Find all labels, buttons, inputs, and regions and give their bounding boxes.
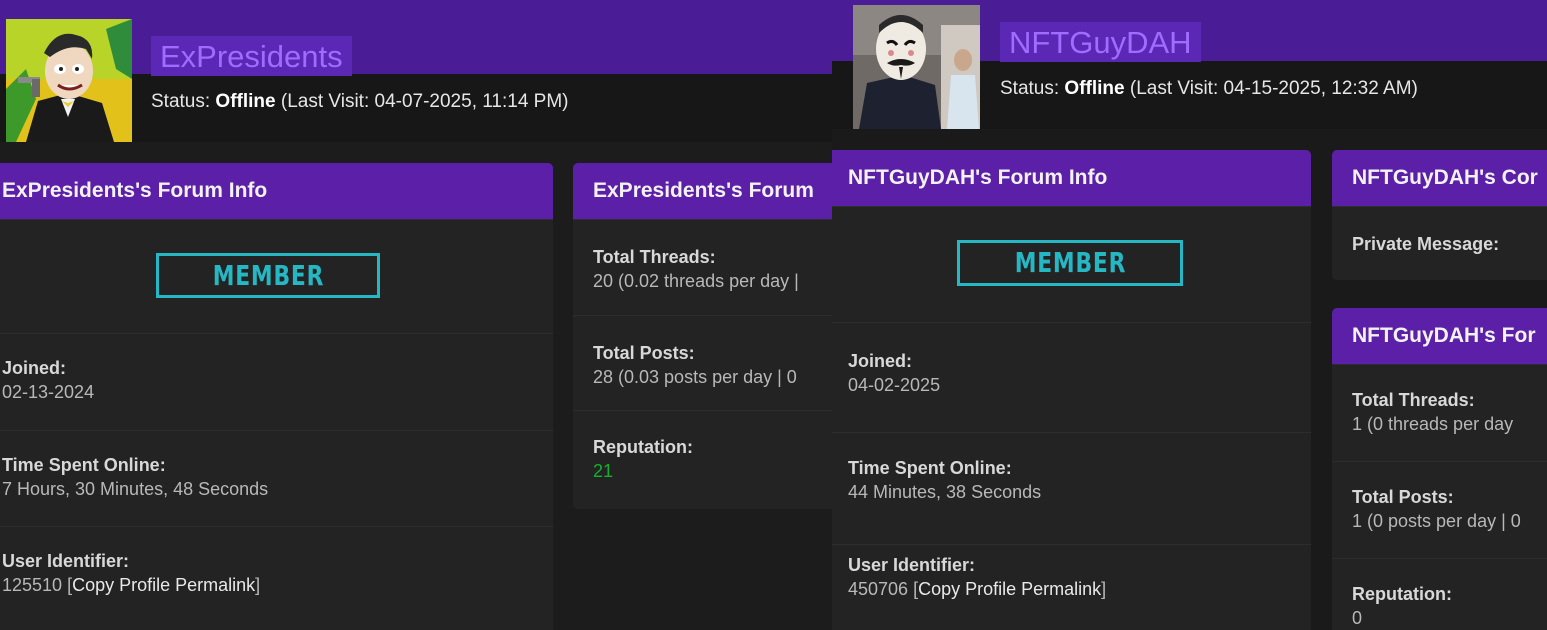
- total-posts-value: 1 (0 posts per day | 0: [1352, 511, 1521, 531]
- member-rank-badge: MEMBER: [156, 253, 380, 298]
- last-visit: (Last Visit: 04-07-2025, 11:14 PM): [275, 91, 569, 112]
- total-threads-row: Total Threads: 20 (0.02 threads per day …: [573, 219, 832, 315]
- copy-permalink-link[interactable]: Copy Profile Permalink: [72, 575, 255, 595]
- profile-panel-expresidents: ExPresidents Status: Offline (Last Visit…: [0, 0, 832, 630]
- reputation-value[interactable]: 0: [1352, 606, 1547, 630]
- member-rank-badge: MEMBER: [957, 240, 1183, 286]
- reputation-label: Reputation:: [593, 437, 693, 457]
- card-title: NFTGuyDAH's Forum Info: [832, 150, 1311, 206]
- avatar-image: [6, 19, 132, 142]
- joined-row: Joined: 04-02-2025: [832, 322, 1311, 432]
- total-posts-label: Total Posts:: [1352, 487, 1454, 507]
- forum-stats-card: ExPresidents's Forum Total Threads: 20 (…: [573, 163, 832, 509]
- rank-row: MEMBER: [832, 206, 1311, 322]
- total-posts-row: Total Posts: 1 (0 posts per day | 0: [1332, 461, 1547, 558]
- private-message-label: Private Message:: [1352, 234, 1500, 254]
- private-message-row: Private Message:: [1332, 206, 1547, 280]
- bracket-close: ]: [255, 575, 261, 595]
- total-posts-value: 28 (0.03 posts per day | 0: [593, 367, 797, 387]
- user-identifier-row: User Identifier: 450706 [Copy Profile Pe…: [832, 544, 1311, 630]
- card-title: NFTGuyDAH's For: [1332, 308, 1547, 364]
- reputation-label: Reputation:: [1352, 584, 1452, 604]
- username: NFTGuyDAH: [1000, 22, 1201, 62]
- copy-permalink-link[interactable]: Copy Profile Permalink: [918, 579, 1101, 599]
- forum-info-card: NFTGuyDAH's Forum Info MEMBER Joined: 04…: [832, 150, 1311, 630]
- status-label: Status:: [151, 91, 216, 112]
- joined-label: Joined:: [848, 351, 913, 371]
- bracket-close: ]: [1101, 579, 1107, 599]
- status-line: Status: Offline (Last Visit: 04-15-2025,…: [1000, 78, 1418, 100]
- avatar-image: [853, 5, 980, 129]
- joined-value: 04-02-2025: [848, 375, 941, 395]
- avatar[interactable]: [853, 5, 980, 129]
- joined-row: Joined: 02-13-2024: [0, 333, 553, 430]
- user-identifier-label: User Identifier:: [2, 551, 130, 571]
- total-threads-label: Total Threads:: [1352, 390, 1475, 410]
- user-identifier-value: 125510 [Copy Profile Permalink]: [2, 573, 533, 597]
- user-id: 125510: [2, 575, 63, 595]
- time-online-row: Time Spent Online: 44 Minutes, 38 Second…: [832, 432, 1311, 544]
- bracket-open: [: [62, 575, 73, 595]
- time-online-row: Time Spent Online: 7 Hours, 30 Minutes, …: [0, 430, 553, 526]
- reputation-row: Reputation: 21: [573, 410, 832, 509]
- total-threads-value: 20 (0.02 threads per day |: [593, 271, 799, 291]
- forum-info-card: ExPresidents's Forum Info MEMBER Joined:…: [0, 163, 553, 630]
- card-title: ExPresidents's Forum: [573, 163, 832, 219]
- user-identifier-label: User Identifier:: [848, 555, 976, 575]
- total-posts-row: Total Posts: 28 (0.03 posts per day | 0: [573, 315, 832, 410]
- status-value: Offline: [215, 91, 276, 112]
- avatar[interactable]: [6, 19, 132, 142]
- profile-panel-nftguydah: NFTGuyDAH Status: Offline (Last Visit: 0…: [832, 0, 1547, 630]
- status-value: Offline: [1064, 78, 1125, 99]
- user-identifier-value: 450706 [Copy Profile Permalink]: [848, 577, 1291, 601]
- user-identifier-row: User Identifier: 125510 [Copy Profile Pe…: [0, 526, 553, 622]
- time-online-label: Time Spent Online:: [2, 455, 166, 475]
- status-label: Status:: [1000, 78, 1065, 99]
- bracket-open: [: [908, 579, 919, 599]
- total-threads-row: Total Threads: 1 (0 threads per day: [1332, 364, 1547, 461]
- total-threads-value: 1 (0 threads per day: [1352, 414, 1514, 434]
- joined-value: 02-13-2024: [2, 382, 95, 402]
- joined-label: Joined:: [2, 358, 67, 378]
- last-visit: (Last Visit: 04-15-2025, 12:32 AM): [1124, 78, 1418, 99]
- time-online-value: 7 Hours, 30 Minutes, 48 Seconds: [2, 479, 269, 499]
- card-title: NFTGuyDAH's Cor: [1332, 150, 1547, 206]
- time-online-value: 44 Minutes, 38 Seconds: [848, 482, 1042, 502]
- forum-stats-card: NFTGuyDAH's For Total Threads: 1 (0 thre…: [1332, 308, 1547, 630]
- user-id: 450706: [848, 579, 909, 599]
- time-online-label: Time Spent Online:: [848, 458, 1012, 478]
- reputation-row: Reputation: 0: [1332, 558, 1547, 630]
- total-posts-label: Total Posts:: [593, 343, 695, 363]
- rank-row: MEMBER: [0, 219, 553, 333]
- total-threads-label: Total Threads:: [593, 247, 716, 267]
- status-line: Status: Offline (Last Visit: 04-07-2025,…: [151, 91, 569, 113]
- username: ExPresidents: [151, 36, 352, 76]
- contact-details-card: NFTGuyDAH's Cor Private Message:: [1332, 150, 1547, 280]
- reputation-value[interactable]: 21: [593, 459, 832, 483]
- card-title: ExPresidents's Forum Info: [0, 163, 553, 219]
